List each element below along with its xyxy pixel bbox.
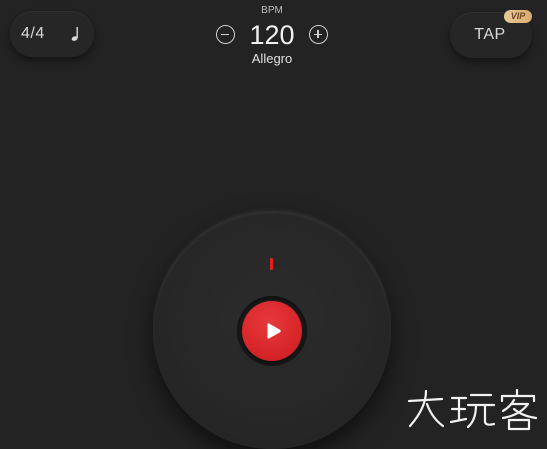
time-signature-button[interactable]: 4/4 <box>10 11 94 57</box>
bpm-caption: BPM <box>261 5 283 16</box>
tempo-name: Allegro <box>251 51 293 66</box>
time-signature-label: 4/4 <box>21 25 45 42</box>
decrease-bpm-button[interactable] <box>216 25 235 44</box>
bpm-value[interactable]: 120 <box>243 21 301 49</box>
play-icon <box>261 319 285 343</box>
beat-indicator <box>270 258 273 270</box>
vip-badge: VIP <box>504 10 532 23</box>
watermark-logo <box>406 388 540 432</box>
tap-label: TAP <box>474 26 506 43</box>
quarter-note-icon <box>70 25 82 43</box>
increase-bpm-button[interactable] <box>309 25 328 44</box>
